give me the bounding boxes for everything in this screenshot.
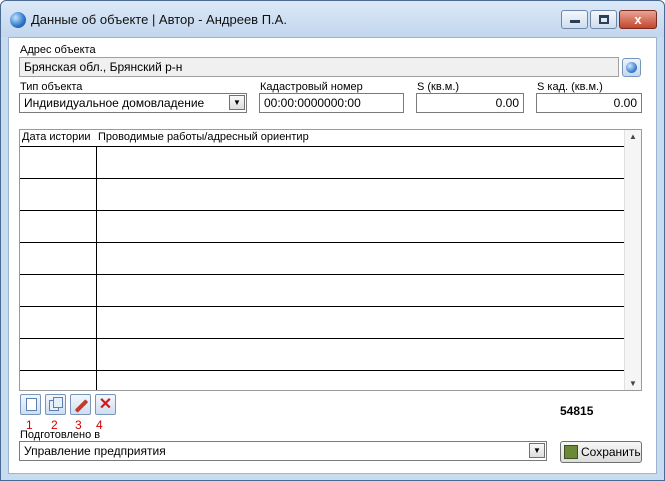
area-input[interactable]: 0.00 — [416, 93, 524, 113]
date-cell[interactable] — [20, 243, 97, 274]
table-row[interactable] — [20, 178, 624, 210]
table-row[interactable] — [20, 338, 624, 370]
minimize-button[interactable] — [561, 10, 588, 29]
app-globe-icon — [10, 12, 26, 28]
table-row[interactable] — [20, 370, 624, 390]
cadastral-label: Кадастровый номер — [260, 81, 363, 93]
save-button[interactable]: Сохранить — [560, 441, 642, 463]
address-field[interactable]: Брянская обл., Брянский р-н — [19, 57, 619, 77]
column-header-work[interactable]: Проводимые работы/адресный ориентир — [98, 131, 309, 143]
maximize-button[interactable] — [590, 10, 617, 29]
date-cell[interactable] — [20, 371, 97, 390]
object-type-value: Индивидуальное домовладение — [24, 96, 205, 110]
close-icon: x — [634, 12, 642, 27]
date-cell[interactable] — [20, 307, 97, 338]
record-id: 54815 — [560, 404, 594, 418]
delete-icon: ✕ — [98, 396, 113, 413]
cadastral-number-input[interactable]: 00:00:0000000:00 — [259, 93, 404, 113]
add-record-button[interactable] — [20, 394, 41, 415]
minimize-icon — [570, 20, 580, 23]
date-cell[interactable] — [20, 211, 97, 242]
refresh-address-button[interactable] — [622, 58, 641, 77]
dropdown-arrow-icon[interactable]: ▼ — [229, 95, 245, 110]
prepared-in-select[interactable]: Управление предприятия ▼ — [19, 441, 547, 461]
scroll-up-icon[interactable]: ▲ — [625, 132, 641, 141]
close-button[interactable]: x — [619, 10, 657, 29]
new-document-icon — [26, 398, 37, 411]
date-cell[interactable] — [20, 339, 97, 370]
date-cell[interactable] — [20, 179, 97, 210]
cad-area-label: S кад. (кв.м.) — [537, 81, 603, 93]
dropdown-arrow-icon[interactable]: ▼ — [529, 443, 545, 458]
scroll-down-icon[interactable]: ▼ — [625, 379, 641, 388]
table-row[interactable] — [20, 274, 624, 306]
history-grid[interactable]: Дата истории Проводимые работы/адресный … — [19, 129, 642, 391]
pencil-icon — [74, 399, 89, 413]
refresh-icon — [626, 62, 637, 73]
object-type-select[interactable]: Индивидуальное домовладение ▼ — [19, 93, 247, 113]
object-data-window: Данные об объекте | Автор - Андреев П.А.… — [0, 0, 665, 481]
date-cell[interactable] — [20, 147, 97, 178]
save-button-label: Сохранить — [581, 445, 641, 459]
grid-header: Дата истории Проводимые работы/адресный … — [20, 130, 624, 146]
edit-record-button[interactable] — [70, 394, 91, 415]
date-cell[interactable] — [20, 275, 97, 306]
address-label: Адрес объекта — [20, 44, 96, 56]
delete-record-button[interactable]: ✕ — [95, 394, 116, 415]
table-row[interactable] — [20, 146, 624, 178]
object-type-label: Тип объекта — [20, 81, 83, 93]
window-title: Данные об объекте | Автор - Андреев П.А. — [31, 12, 287, 27]
table-row[interactable] — [20, 210, 624, 242]
title-bar[interactable]: Данные об объекте | Автор - Андреев П.А.… — [1, 1, 664, 37]
copy-record-button[interactable] — [45, 394, 66, 415]
copy-document-back-icon — [53, 397, 63, 408]
maximize-icon — [599, 15, 609, 24]
cad-area-input[interactable]: 0.00 — [536, 93, 642, 113]
save-icon — [564, 445, 578, 459]
prepared-in-value: Управление предприятия — [24, 444, 166, 458]
area-label: S (кв.м.) — [417, 81, 460, 93]
table-row[interactable] — [20, 242, 624, 274]
prepared-in-label: Подготовлено в — [20, 429, 101, 441]
grid-scrollbar[interactable]: ▲ ▼ — [624, 130, 641, 390]
table-row[interactable] — [20, 306, 624, 338]
column-header-date[interactable]: Дата истории — [22, 131, 91, 143]
